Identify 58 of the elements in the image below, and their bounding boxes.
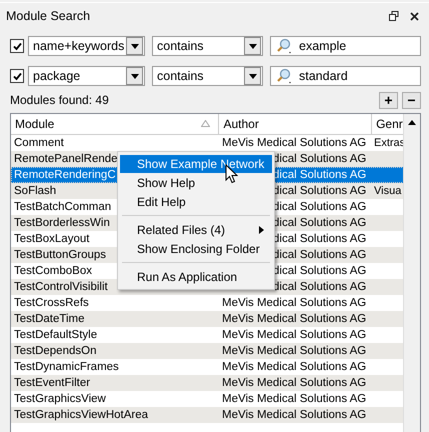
table-cell: RemoteRenderingC [14,169,116,181]
table-cell: TestGraphicsViewHotArea [14,409,148,421]
table-cell: Visua [374,185,402,197]
menu-item[interactable]: Show Example Network [120,155,272,173]
caret-icon [130,44,138,48]
table-cell: MeVis Medical Solutions AG [222,329,366,341]
search-icon [276,68,294,84]
caret-icon [248,44,256,48]
operator-dropdown[interactable]: contains [152,66,263,86]
checkbox[interactable] [10,69,24,83]
table-cell: TestBoxLayout [14,233,90,245]
table-cell: TestControlVisibilit [14,281,108,293]
menu-item[interactable]: Related Files (4) [120,220,272,239]
table-cell: TestBorderlessWin [14,217,110,229]
add-remove-button[interactable]: − [402,92,421,108]
table-cell: MeVis Medical Solutions AG [222,297,366,309]
table-cell: TestDependsOn [14,345,96,357]
menu-item[interactable]: Show Enclosing Folder [120,239,272,258]
table-cell: RemotePanelRende [14,153,118,165]
submenu-arrow-icon [259,226,264,234]
search-icon [276,38,294,54]
table-cell: TestComboBox [14,265,92,277]
table-cell: Comment [14,137,64,149]
table-cell: TestCrossRefs [14,297,89,309]
menu-item[interactable]: Edit Help [120,192,272,211]
table-cell: TestDefaultStyle [14,329,98,341]
search-field[interactable]: standard [270,66,421,86]
table-cell: MeVis Medical Solutions AG [222,137,366,149]
table-cell: TestEventFilter [14,377,90,389]
results-count: Modules found: 49 [10,93,110,107]
operator-dropdown[interactable]: contains [152,36,263,56]
add-remove-button[interactable]: + [379,92,398,108]
scrollbar[interactable] [403,114,420,432]
caret-icon [248,74,256,78]
table-cell: TestBatchComman [14,201,112,213]
float-icon[interactable] [389,11,399,21]
menu-item[interactable]: Run As Application [120,267,272,286]
field-dropdown[interactable]: name+keywords [28,36,145,56]
field-dropdown[interactable]: package [28,66,145,86]
table-cell: TestGraphicsView [14,393,106,405]
table-cell: MeVis Medical Solutions AG [222,361,366,373]
scroll-up-icon[interactable] [408,120,416,125]
table-cell: MeVis Medical Solutions AG [222,377,366,389]
menu-item[interactable]: Show Help [120,173,272,192]
table-cell: MeVis Medical Solutions AG [222,409,366,421]
table-cell: TestDateTime [14,313,85,325]
close-icon[interactable] [410,12,419,20]
table-cell: MeVis Medical Solutions AG [222,345,366,357]
caret-icon [130,74,138,78]
table-cell: MeVis Medical Solutions AG [222,393,366,405]
checkbox[interactable] [10,39,24,53]
table-cell: SoFlash [14,185,56,197]
sort-icon [201,120,210,127]
panel-title: Module Search [6,9,92,23]
search-field[interactable]: example [270,36,421,56]
table-cell: TestDynamicFrames [14,361,119,373]
table-cell: TestButtonGroups [14,249,106,261]
table-cell: MeVis Medical Solutions AG [222,313,366,325]
